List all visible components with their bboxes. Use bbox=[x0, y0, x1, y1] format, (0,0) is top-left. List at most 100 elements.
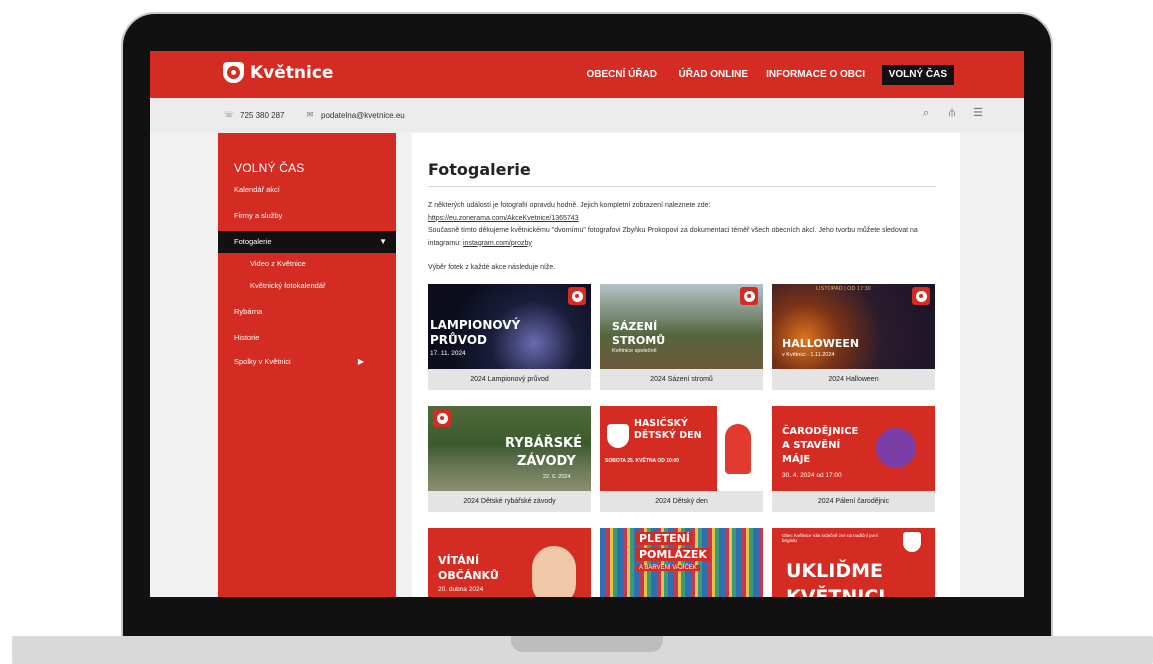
main-content: Fotogalerie Z některých událostí je foto… bbox=[412, 133, 960, 597]
title-divider bbox=[428, 186, 936, 187]
sidebar-item-fotokalendar[interactable]: Květnický fotokalendář bbox=[218, 275, 396, 297]
kvetnice-shield-icon bbox=[903, 532, 921, 552]
menu-list-icon[interactable]: ☰ bbox=[972, 107, 984, 119]
thumb-title-3: MÁJE bbox=[782, 454, 811, 465]
gallery-caption: 2024 Pálení čarodějnic bbox=[772, 491, 935, 512]
logo-text: Květnice bbox=[250, 62, 334, 83]
gallery-caption: 2024 Halloween bbox=[772, 369, 935, 390]
baby-illustration bbox=[532, 546, 576, 597]
thumb-title-2: PRŮVOD bbox=[430, 333, 488, 347]
nav-informace-o-obci[interactable]: INFORMACE O OBCI bbox=[766, 65, 865, 85]
gallery-card-rybarske[interactable]: RYBÁŘSKÉ ZÁVODY 22. 6. 2024 2024 Dětské … bbox=[428, 406, 591, 512]
sidebar-item-rybarna[interactable]: Rybárna bbox=[218, 301, 396, 323]
nav-volny-cas[interactable]: VOLNÝ ČAS bbox=[881, 65, 954, 85]
intro-text: Z některých událostí je fotografií oprav… bbox=[428, 200, 940, 250]
caret-right-icon: ▶ bbox=[357, 357, 364, 366]
phone-icon: ☏ bbox=[223, 110, 234, 119]
thumb-title: PLETENÍ bbox=[636, 532, 693, 545]
contact-bar: ☏ 725 380 287 ✉ podatelna@kvetnice.eu ⌕ … bbox=[150, 98, 1024, 132]
sitemap-icon[interactable]: ⫛ bbox=[946, 107, 958, 119]
mail-icon: ✉ bbox=[306, 110, 314, 119]
gallery-card-sazeni[interactable]: SÁZENÍ STROMŮ Květnice společně 2024 Sáz… bbox=[600, 284, 763, 390]
thumb-title-2: A STAVĚNÍ bbox=[782, 440, 841, 451]
gallery-caption: 2024 Sázení stromů bbox=[600, 369, 763, 390]
laptop-notch bbox=[511, 636, 663, 652]
zonerama-link[interactable]: https://eu.zonerama.com/AkceKvetnice/136… bbox=[428, 213, 940, 226]
thumb-subtitle: v Květnici - 1.11.2024 bbox=[782, 352, 835, 358]
thumb-title-2: ZÁVODY bbox=[517, 454, 576, 469]
thumb-date: LISTOPAD | OD 17:30 bbox=[816, 286, 871, 292]
sidebar-item-fotogalerie[interactable]: Fotogalerie ▼ bbox=[218, 231, 396, 253]
sidebar-item-firmy[interactable]: Firmy a služby bbox=[218, 205, 396, 227]
thumb-date: 30. 4. 2024 od 17:00 bbox=[782, 472, 842, 479]
gallery-thumbnail: Obec Květnice Vás srdečně zve na tradičn… bbox=[772, 528, 935, 597]
gallery-card-detsky-den[interactable]: HASIČSKÝ DĚTSKÝ DEN SOBOTA 25. KVĚTNA OD… bbox=[600, 406, 763, 512]
gallery-caption: 2024 Dětský den bbox=[600, 491, 763, 512]
thumb-date: 20. dubna 2024 bbox=[438, 586, 484, 593]
gallery-card-pomlazky[interactable]: PLETENÍ POMLÁZEK A BARVENÍ VAJÍČEK bbox=[600, 528, 763, 597]
header-tools: ⌕ ⫛ ☰ bbox=[920, 107, 984, 119]
intro-line-1: Z některých událostí je fotografií oprav… bbox=[428, 202, 711, 209]
thumb-title: RYBÁŘSKÉ bbox=[505, 436, 583, 451]
search-icon[interactable]: ⌕ bbox=[920, 107, 932, 119]
thumb-title: VÍTÁNÍ bbox=[438, 554, 480, 567]
thumb-subtitle: A BARVENÍ VAJÍČEK bbox=[636, 565, 700, 571]
mascot-illustration bbox=[725, 424, 751, 474]
kvetnice-shield-icon bbox=[607, 424, 629, 448]
kvetnice-badge-icon bbox=[912, 287, 930, 305]
sidebar-item-label: Fotogalerie bbox=[234, 237, 272, 246]
sidebar-item-spolky[interactable]: Spolky v Květnici ▶ bbox=[218, 351, 396, 373]
site-header: Květnice OBECNÍ ÚŘAD ÚŘAD ONLINE INFORMA… bbox=[150, 51, 1024, 98]
sidebar-item-label: Spolky v Květnici bbox=[234, 357, 291, 366]
thumb-title-2: POMLÁZEK bbox=[636, 548, 710, 561]
gallery-note: Výběr fotek z každé akce následuje níže. bbox=[428, 264, 556, 271]
gallery-thumbnail: HASIČSKÝ DĚTSKÝ DEN SOBOTA 25. KVĚTNA OD… bbox=[600, 406, 763, 491]
gallery-thumbnail: VÍTÁNÍ OBČÁNKŮ 20. dubna 2024 bbox=[428, 528, 591, 597]
kvetnice-badge-icon bbox=[740, 287, 758, 305]
phone-contact[interactable]: ☏ 725 380 287 bbox=[223, 109, 285, 121]
thumb-title: UKLIĎME bbox=[786, 560, 883, 582]
thumb-date: 17. 11. 2024 bbox=[430, 350, 466, 357]
gallery-card-carodejnice[interactable]: ČARODĚJNICE A STAVĚNÍ MÁJE 30. 4. 2024 o… bbox=[772, 406, 935, 512]
thumb-subtitle: Obec Květnice Vás srdečně zve na tradičn… bbox=[782, 533, 879, 543]
gallery-card-vitani[interactable]: VÍTÁNÍ OBČÁNKŮ 20. dubna 2024 bbox=[428, 528, 591, 597]
kvetnice-badge-icon bbox=[568, 287, 586, 305]
gallery-card-uklidme[interactable]: Obec Květnice Vás srdečně zve na tradičn… bbox=[772, 528, 935, 597]
page-title: Fotogalerie bbox=[428, 160, 531, 179]
laptop-mockup: Květnice OBECNÍ ÚŘAD ÚŘAD ONLINE INFORMA… bbox=[0, 0, 1153, 664]
site-logo[interactable]: Květnice bbox=[223, 62, 333, 83]
instagram-link[interactable]: instagram.com/prozby bbox=[463, 240, 532, 247]
thumb-title-2: KVĚTNICI bbox=[786, 586, 886, 597]
gallery-thumbnail: LAMPIONOVÝ PRŮVOD 17. 11. 2024 bbox=[428, 284, 591, 369]
nav-obecni-urad[interactable]: OBECNÍ ÚŘAD bbox=[586, 65, 657, 85]
kvetnice-badge-icon bbox=[433, 409, 451, 427]
caret-down-icon: ▼ bbox=[379, 237, 387, 246]
browser-screen: Květnice OBECNÍ ÚŘAD ÚŘAD ONLINE INFORMA… bbox=[150, 51, 1024, 597]
thumb-title: HALLOWEEN bbox=[782, 337, 860, 350]
thumb-title: SÁZENÍ bbox=[612, 320, 658, 333]
sidebar-item-historie[interactable]: Historie bbox=[218, 327, 396, 349]
gallery-card-lampionovy[interactable]: LAMPIONOVÝ PRŮVOD 17. 11. 2024 2024 Lamp… bbox=[428, 284, 591, 390]
gallery-thumbnail: RYBÁŘSKÉ ZÁVODY 22. 6. 2024 bbox=[428, 406, 591, 491]
thumb-title-2: STROMŮ bbox=[612, 334, 666, 347]
thumb-date: SOBOTA 25. KVĚTNA OD 10:00 bbox=[605, 458, 679, 464]
email-contact[interactable]: ✉ podatelna@kvetnice.eu bbox=[304, 109, 405, 121]
thumb-title-2: DĚTSKÝ DEN bbox=[634, 430, 702, 441]
sidebar-item-video[interactable]: Video z Květnice bbox=[218, 253, 396, 275]
gallery-thumbnail: PLETENÍ POMLÁZEK A BARVENÍ VAJÍČEK bbox=[600, 528, 763, 597]
sidebar: VOLNÝ ČAS Kalendář akcí Firmy a služby F… bbox=[218, 133, 396, 597]
sidebar-item-kalendar[interactable]: Kalendář akcí bbox=[218, 179, 396, 201]
sidebar-title: VOLNÝ ČAS bbox=[234, 161, 305, 175]
thumb-title: ČARODĚJNICE bbox=[782, 426, 859, 437]
logo-shield-icon bbox=[223, 62, 244, 83]
intro-paragraph-2: Současně tímto děkujeme květnickému "dvo… bbox=[428, 225, 940, 250]
gallery-thumbnail: SÁZENÍ STROMŮ Květnice společně bbox=[600, 284, 763, 369]
thumb-date: 22. 6. 2024 bbox=[543, 474, 571, 480]
gallery-card-halloween[interactable]: LISTOPAD | OD 17:30 HALLOWEEN v Květnici… bbox=[772, 284, 935, 390]
gallery-caption: 2024 Lampionový průvod bbox=[428, 369, 591, 390]
thumb-title-2: OBČÁNKŮ bbox=[438, 569, 499, 582]
thumb-subtitle: Květnice společně bbox=[612, 348, 657, 354]
gallery-thumbnail: ČARODĚJNICE A STAVĚNÍ MÁJE 30. 4. 2024 o… bbox=[772, 406, 935, 491]
nav-urad-online[interactable]: ÚŘAD ONLINE bbox=[679, 65, 748, 85]
phone-number: 725 380 287 bbox=[240, 110, 285, 120]
